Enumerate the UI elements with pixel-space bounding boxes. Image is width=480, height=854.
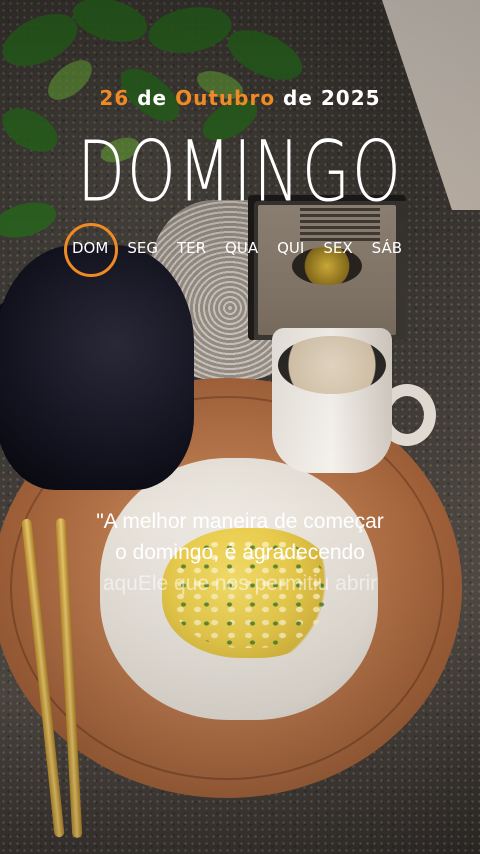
day-ter: TER (176, 239, 207, 257)
date-connector: de (137, 86, 168, 110)
date-year: 2025 (320, 86, 381, 110)
date-line: 26 de Outubro de 2025 (0, 86, 480, 110)
week-day-row: DOM SEG TER QUA QUI SEX SÁB (64, 223, 402, 277)
quote-text: "A melhor maneira de começar o domingo, … (40, 506, 440, 599)
date-connector: de (283, 86, 313, 110)
day-sex: SEX (323, 239, 353, 257)
date-day: 26 (99, 86, 130, 110)
quote-line: aquEle que nos permitiu abrir (102, 572, 378, 595)
day-dom: DOM (64, 223, 119, 277)
day-seg: SEG (127, 239, 158, 257)
quote-line: o domingo, é agradecendo (115, 541, 365, 564)
date-month: Outubro (175, 86, 276, 110)
weekday-title: DOMINGO (77, 122, 403, 221)
quote-line: "A melhor maneira de começar (96, 510, 384, 533)
day-qua: QUA (225, 239, 259, 257)
day-qui: QUI (277, 239, 305, 257)
day-sab: SÁB (371, 239, 402, 257)
